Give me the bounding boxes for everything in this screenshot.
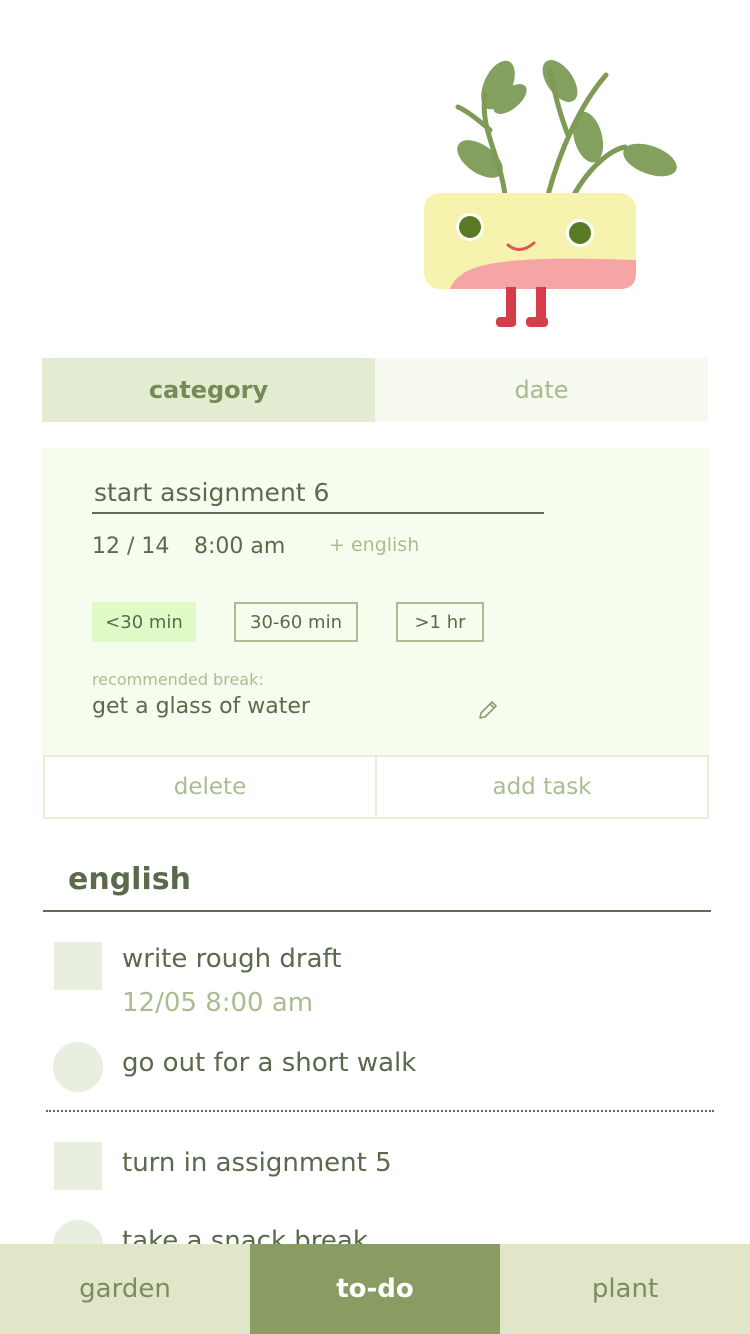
- tab-plant[interactable]: plant: [500, 1244, 750, 1334]
- task-title-input[interactable]: [92, 472, 544, 514]
- tab-garden[interactable]: garden: [0, 1244, 250, 1334]
- plant-mascot-illustration: [424, 59, 677, 327]
- task-checkbox[interactable]: [54, 1142, 102, 1190]
- segment-category-label: category: [148, 376, 269, 404]
- tab-todo[interactable]: to-do: [250, 1244, 500, 1334]
- category-divider: [43, 910, 711, 912]
- break-checkbox[interactable]: [53, 1042, 103, 1092]
- task-checkbox[interactable]: [54, 942, 102, 990]
- duration-label: <30 min: [105, 611, 183, 633]
- duration-30-60-button[interactable]: 30-60 min: [234, 602, 358, 642]
- add-category-link[interactable]: + english: [329, 534, 419, 556]
- duration-label: >1 hr: [414, 611, 466, 633]
- delete-button-label: delete: [173, 774, 247, 800]
- category-heading: english: [68, 862, 191, 897]
- pencil-icon[interactable]: [476, 698, 500, 722]
- segment-date[interactable]: date: [375, 358, 708, 422]
- task-time[interactable]: 8:00 am: [194, 534, 285, 559]
- sort-segmented-control: category date: [42, 358, 708, 422]
- new-task-card: 12 / 14 8:00 am + english <30 min 30-60 …: [42, 448, 709, 756]
- recommended-break-value: get a glass of water: [92, 694, 310, 719]
- duration-under-30-button[interactable]: <30 min: [92, 602, 196, 642]
- task-due-date: 12/05 8:00 am: [122, 988, 314, 1018]
- task-title[interactable]: turn in assignment 5: [122, 1148, 392, 1178]
- duration-label: 30-60 min: [250, 611, 342, 633]
- tab-plant-label: plant: [591, 1274, 659, 1304]
- recommended-break-label: recommended break:: [92, 670, 264, 689]
- task-date[interactable]: 12 / 14: [92, 534, 169, 559]
- section-divider: [46, 1110, 714, 1112]
- task-actions: delete add task: [43, 755, 709, 819]
- tab-todo-label: to-do: [336, 1274, 414, 1304]
- segment-date-label: date: [514, 376, 569, 404]
- tab-garden-label: garden: [79, 1274, 171, 1304]
- bottom-tab-bar: garden to-do plant: [0, 1244, 750, 1334]
- task-title[interactable]: write rough draft: [122, 944, 341, 974]
- add-task-button-label: add task: [492, 774, 592, 800]
- add-task-button[interactable]: add task: [375, 757, 707, 817]
- break-title[interactable]: go out for a short walk: [122, 1048, 416, 1078]
- segment-category[interactable]: category: [42, 358, 375, 422]
- delete-button[interactable]: delete: [45, 757, 375, 817]
- duration-over-1hr-button[interactable]: >1 hr: [396, 602, 484, 642]
